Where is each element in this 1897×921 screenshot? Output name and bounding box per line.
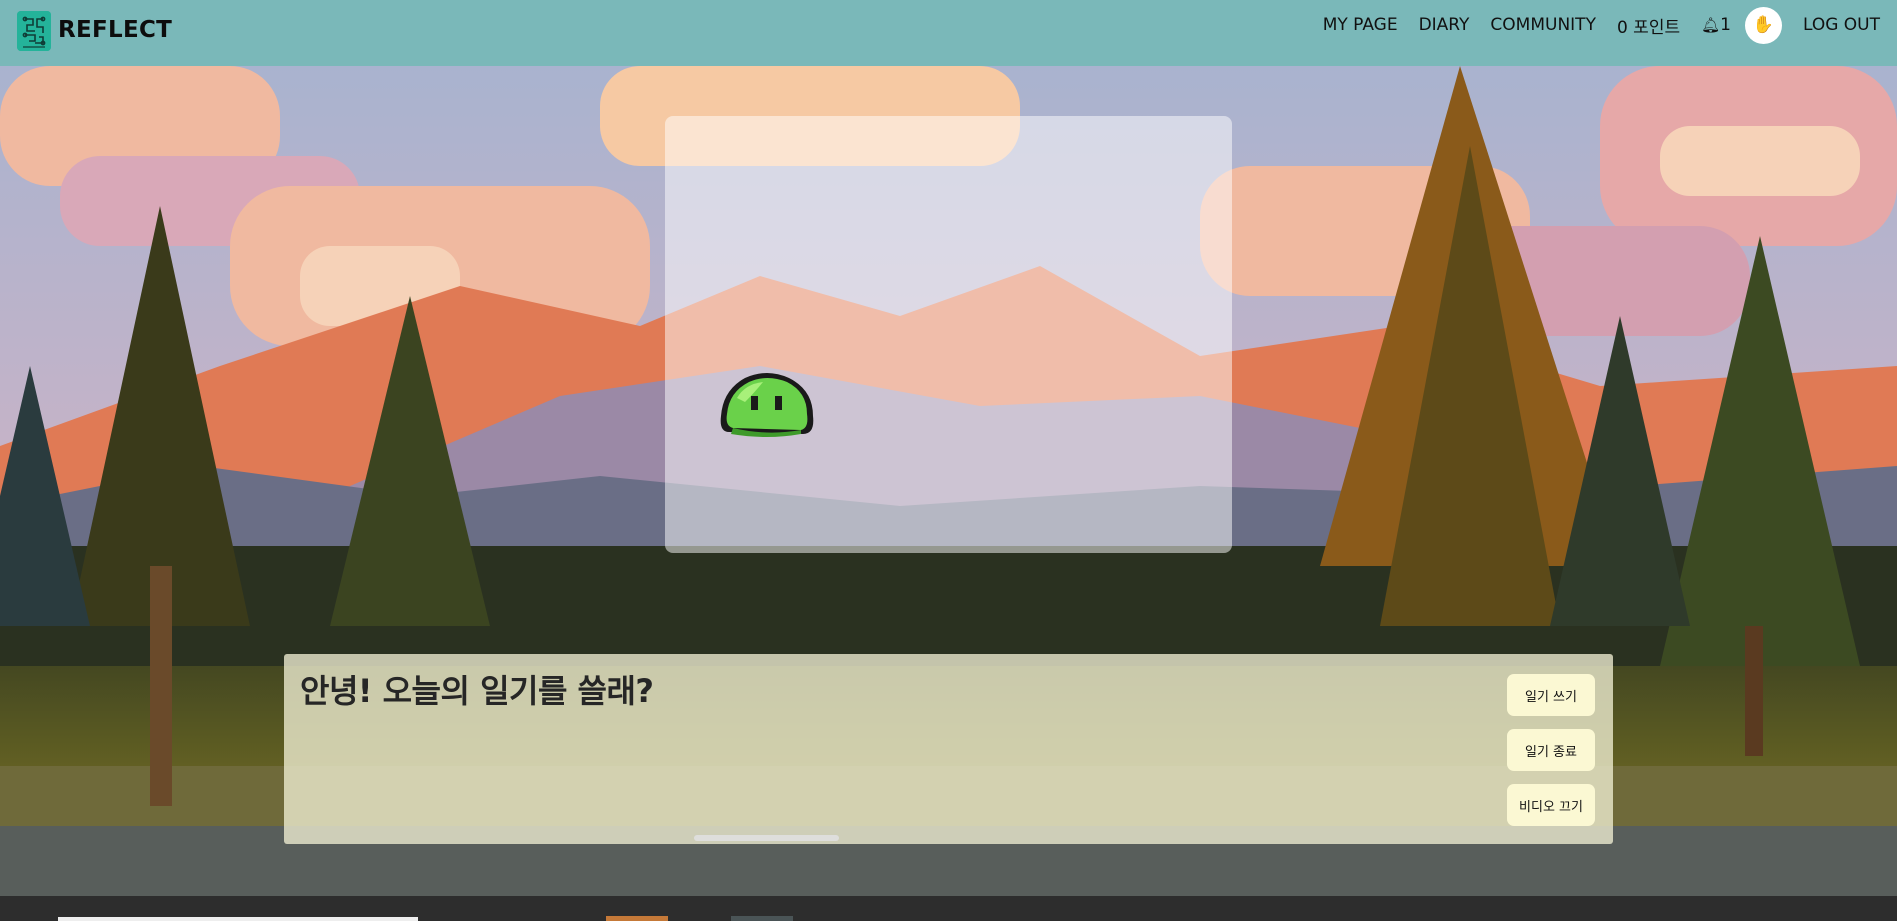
top-header: REFLECT MY PAGE DIARY COMMUNITY 0 포인트 🔔︎… xyxy=(0,0,1897,66)
avatar[interactable]: ✋ xyxy=(1744,6,1782,44)
green-slime-icon xyxy=(715,368,819,450)
main-nav: MY PAGE DIARY COMMUNITY 0 포인트 🔔︎1 ✋ LOG … xyxy=(1323,0,1880,50)
video-panel xyxy=(665,116,1232,553)
bell-icon: 🔔︎ xyxy=(1701,16,1721,34)
points-display[interactable]: 0 포인트 xyxy=(1617,13,1680,38)
brand-title[interactable]: REFLECT xyxy=(58,17,172,43)
notification-count: 1 xyxy=(1720,15,1731,35)
footer-element xyxy=(731,916,793,921)
nav-community[interactable]: COMMUNITY xyxy=(1490,15,1596,35)
footer-element xyxy=(606,916,668,921)
write-diary-button[interactable]: 일기 쓰기 xyxy=(1507,674,1595,716)
nav-my-page[interactable]: MY PAGE xyxy=(1323,15,1398,35)
logout-button[interactable]: LOG OUT xyxy=(1803,15,1880,35)
footer xyxy=(0,896,1897,921)
nav-diary[interactable]: DIARY xyxy=(1419,15,1470,35)
logo-icon[interactable] xyxy=(17,11,51,51)
diary-dialog: 안녕! 오늘의 일기를 쓸래? 일기 쓰기 일기 종료 비디오 끄기 xyxy=(284,654,1613,844)
dialog-message: 안녕! 오늘의 일기를 쓸래? xyxy=(300,672,654,710)
video-off-button[interactable]: 비디오 끄기 xyxy=(1507,784,1595,826)
hand-icon: ✋ xyxy=(1752,15,1775,35)
notifications-button[interactable]: 🔔︎1 xyxy=(1701,15,1731,35)
scrollbar[interactable] xyxy=(694,835,839,841)
footer-element xyxy=(58,917,418,921)
end-diary-button[interactable]: 일기 종료 xyxy=(1507,729,1595,771)
